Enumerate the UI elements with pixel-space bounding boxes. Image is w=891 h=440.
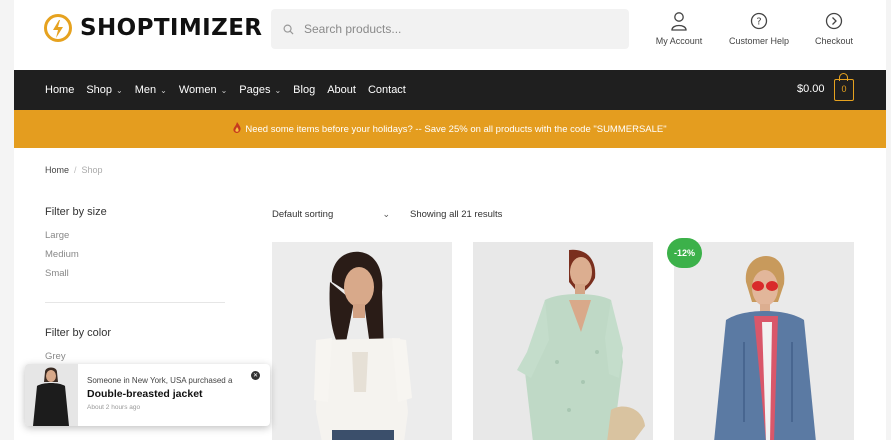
product-card[interactable] bbox=[272, 242, 452, 440]
nav-item-label: Women bbox=[178, 84, 217, 96]
product-image bbox=[473, 242, 653, 440]
breadcrumb-home[interactable]: Home bbox=[45, 165, 69, 175]
checkout-icon bbox=[809, 10, 859, 32]
chevron-down-icon: ⌄ bbox=[116, 85, 123, 95]
my-account-link[interactable]: My Account bbox=[649, 10, 709, 46]
filter-size-title: Filter by size bbox=[45, 206, 107, 218]
filter-size-small[interactable]: Small bbox=[45, 268, 69, 279]
nav-item-women[interactable]: Women ⌄ bbox=[179, 84, 227, 96]
popup-product-title[interactable]: Double-breasted jacket bbox=[87, 388, 203, 400]
popup-product-image bbox=[25, 364, 78, 426]
main-navbar: Home Shop ⌄ Men ⌄ Women ⌄ Pages ⌄ Blog About… bbox=[14, 70, 886, 110]
nav-item-men[interactable]: Men ⌄ bbox=[135, 84, 167, 96]
results-count: Showing all 21 results bbox=[410, 209, 503, 220]
help-icon: ? bbox=[724, 10, 794, 32]
cart-count: 0 bbox=[841, 84, 847, 94]
nav-item-blog[interactable]: Blog bbox=[293, 84, 315, 96]
sort-label: Default sorting bbox=[272, 209, 334, 220]
popup-time: About 2 hours ago bbox=[87, 404, 141, 411]
customer-help-link[interactable]: ? Customer Help bbox=[724, 10, 794, 46]
nav-item-label: Contact bbox=[367, 84, 406, 96]
product-image bbox=[674, 242, 854, 440]
lightning-icon bbox=[44, 14, 72, 42]
search-input[interactable] bbox=[304, 22, 604, 36]
search-bar[interactable] bbox=[271, 9, 629, 49]
sidebar-divider bbox=[45, 302, 225, 303]
nav-item-label: Blog bbox=[293, 84, 316, 96]
cart-icon[interactable]: 0 bbox=[834, 73, 854, 101]
chevron-down-icon: ⌄ bbox=[220, 85, 228, 95]
sale-badge: -12% bbox=[667, 238, 702, 268]
flame-icon bbox=[233, 122, 241, 136]
filter-color-title: Filter by color bbox=[45, 327, 112, 339]
nav-item-label: Shop bbox=[86, 84, 113, 96]
product-card[interactable] bbox=[473, 242, 653, 440]
nav-item-label: Men bbox=[134, 84, 157, 96]
checkout-label: Checkout bbox=[814, 36, 854, 46]
sort-select[interactable]: Default sorting ⌄ bbox=[272, 209, 390, 220]
checkout-link[interactable]: Checkout bbox=[809, 10, 859, 46]
promo-banner: Need some items before your holidays? --… bbox=[14, 110, 886, 148]
logo[interactable]: SHOPTIMIZER bbox=[44, 14, 262, 42]
user-icon bbox=[649, 10, 709, 32]
breadcrumb-current: Shop bbox=[81, 165, 103, 175]
breadcrumb-separator: / bbox=[74, 165, 77, 175]
chevron-down-icon: ⌄ bbox=[274, 85, 282, 95]
filter-size-large[interactable]: Large bbox=[45, 230, 69, 241]
nav-menu: Home Shop ⌄ Men ⌄ Women ⌄ Pages ⌄ Blog About… bbox=[45, 70, 418, 110]
chevron-down-icon: ⌄ bbox=[382, 209, 390, 219]
nav-item-label: About bbox=[327, 84, 356, 96]
purchase-notification[interactable]: Someone in New York, USA purchased a Dou… bbox=[25, 364, 270, 426]
cart-total[interactable]: $0.00 bbox=[797, 83, 825, 95]
filter-color-grey[interactable]: Grey bbox=[45, 351, 66, 362]
logo-text: SHOPTIMIZER bbox=[80, 15, 263, 41]
product-image bbox=[272, 242, 452, 440]
nav-item-about[interactable]: About bbox=[327, 84, 356, 96]
customer-help-label: Customer Help bbox=[728, 36, 790, 46]
page: SHOPTIMIZER My Account ? Customer Help C… bbox=[14, 0, 886, 440]
nav-item-home[interactable]: Home bbox=[45, 84, 74, 96]
cart-handle bbox=[839, 73, 848, 81]
filter-size-medium[interactable]: Medium bbox=[45, 249, 79, 260]
nav-item-shop[interactable]: Shop ⌄ bbox=[86, 84, 122, 96]
svg-text:?: ? bbox=[756, 17, 761, 28]
site-header: SHOPTIMIZER My Account ? Customer Help C… bbox=[14, 0, 886, 68]
close-icon[interactable]: ✕ bbox=[251, 371, 260, 380]
product-card[interactable] bbox=[674, 242, 854, 440]
nav-item-pages[interactable]: Pages ⌄ bbox=[239, 84, 281, 96]
my-account-label: My Account bbox=[655, 36, 703, 46]
breadcrumb: Home / Shop bbox=[45, 165, 103, 175]
chevron-down-icon: ⌄ bbox=[160, 85, 167, 95]
search-icon bbox=[283, 24, 294, 35]
nav-item-label: Pages bbox=[239, 84, 271, 96]
nav-item-label: Home bbox=[45, 84, 75, 96]
promo-text: Need some items before your holidays? --… bbox=[245, 123, 667, 135]
popup-message: Someone in New York, USA purchased a bbox=[87, 376, 233, 385]
nav-item-contact[interactable]: Contact bbox=[368, 84, 406, 96]
